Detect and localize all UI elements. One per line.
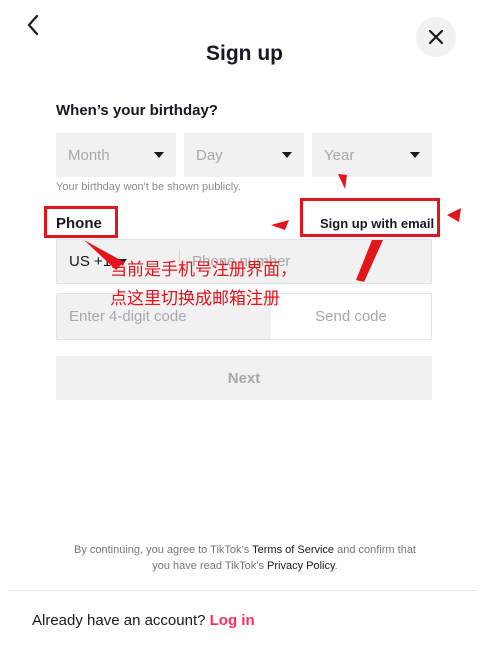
arrow-up-icon xyxy=(356,240,383,282)
arrow-down-icon xyxy=(338,174,347,189)
annotation-arrows xyxy=(84,174,461,282)
arrow-left-icon xyxy=(447,208,461,222)
annotation-line-2: 点这里切换成邮箱注册 xyxy=(110,289,280,309)
arrow-right-icon xyxy=(271,220,289,230)
annotation-line-1: 当前是手机号注册界面， xyxy=(110,260,297,280)
